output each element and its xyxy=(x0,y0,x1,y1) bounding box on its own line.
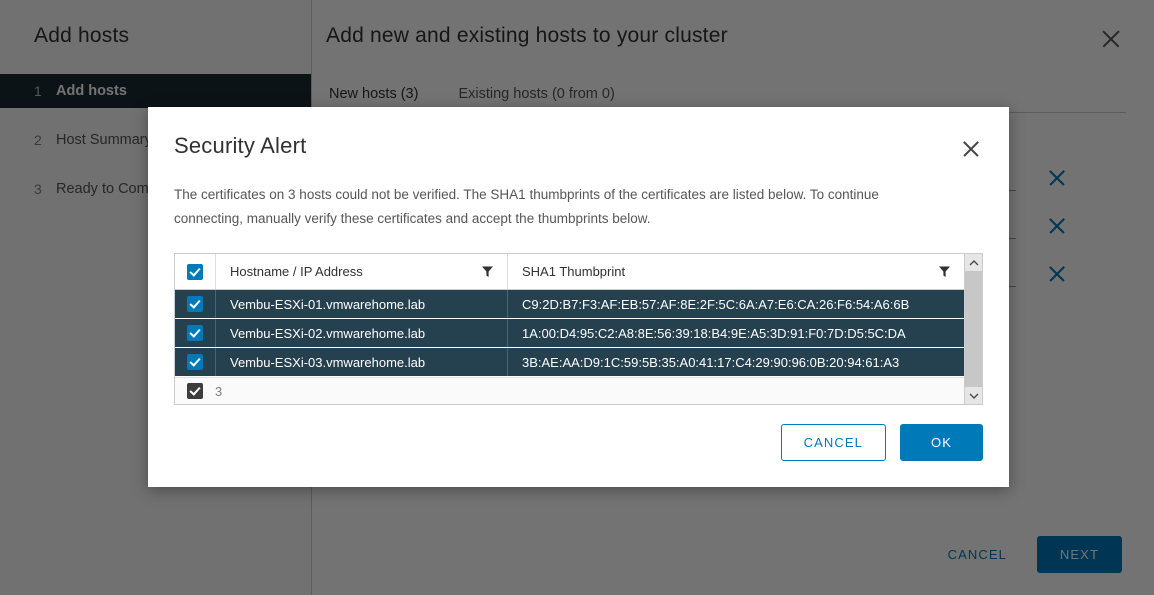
close-icon[interactable] xyxy=(959,137,983,161)
dialog-actions: CANCEL OK xyxy=(148,424,1009,487)
table-scrollbar[interactable] xyxy=(964,254,982,404)
security-alert-dialog: Security Alert The certificates on 3 hos… xyxy=(148,107,1009,487)
dialog-title: Security Alert xyxy=(174,133,307,158)
selected-count: 3 xyxy=(215,383,223,399)
table-row[interactable]: Vembu-ESXi-01.vmwarehome.lab C9:2D:B7:F3… xyxy=(175,290,964,319)
row-select-cell xyxy=(175,354,215,370)
cell-thumbprint: 1A:00:D4:95:C2:A8:8E:56:39:18:B4:9E:A5:3… xyxy=(507,319,964,347)
cancel-button[interactable]: CANCEL xyxy=(780,424,887,461)
filter-icon[interactable] xyxy=(939,266,950,277)
cell-thumbprint: 3B:AE:AA:D9:1C:59:5B:35:A0:41:17:C4:29:9… xyxy=(507,348,964,376)
table-inner: Hostname / IP Address SHA1 Thumbprint Ve… xyxy=(175,254,964,404)
chevron-down-icon[interactable] xyxy=(965,387,982,404)
table-footer-row: 3 xyxy=(175,377,964,404)
footer-select-cell xyxy=(175,383,215,399)
cell-hostname: Vembu-ESXi-01.vmwarehome.lab xyxy=(215,290,507,318)
table-body: Vembu-ESXi-01.vmwarehome.lab C9:2D:B7:F3… xyxy=(175,290,964,377)
dialog-header: Security Alert xyxy=(148,107,1009,161)
table-header-row: Hostname / IP Address SHA1 Thumbprint xyxy=(175,254,964,290)
cell-hostname: Vembu-ESXi-02.vmwarehome.lab xyxy=(215,319,507,347)
ok-button[interactable]: OK xyxy=(900,424,983,461)
row-select-cell xyxy=(175,325,215,341)
row-checkbox[interactable] xyxy=(187,296,203,312)
table-row[interactable]: Vembu-ESXi-03.vmwarehome.lab 3B:AE:AA:D9… xyxy=(175,348,964,377)
select-all-checkbox[interactable] xyxy=(187,263,203,280)
certificates-table: Hostname / IP Address SHA1 Thumbprint Ve… xyxy=(174,253,983,405)
dialog-message: The certificates on 3 hosts could not be… xyxy=(174,187,879,226)
filter-icon[interactable] xyxy=(482,266,493,277)
column-header-label: SHA1 Thumbprint xyxy=(522,264,626,279)
select-all-cell xyxy=(175,263,215,280)
cell-thumbprint: C9:2D:B7:F3:AF:EB:57:AF:8E:2F:5C:6A:A7:E… xyxy=(507,290,964,318)
cell-hostname: Vembu-ESXi-03.vmwarehome.lab xyxy=(215,348,507,376)
column-header-thumbprint: SHA1 Thumbprint xyxy=(507,254,964,289)
column-header-label: Hostname / IP Address xyxy=(230,264,363,279)
table-row[interactable]: Vembu-ESXi-02.vmwarehome.lab 1A:00:D4:95… xyxy=(175,319,964,348)
row-checkbox[interactable] xyxy=(187,325,203,341)
footer-checkbox[interactable] xyxy=(187,383,203,399)
row-select-cell xyxy=(175,296,215,312)
column-header-hostname: Hostname / IP Address xyxy=(215,254,507,289)
chevron-up-icon[interactable] xyxy=(965,254,982,271)
row-checkbox[interactable] xyxy=(187,354,203,370)
